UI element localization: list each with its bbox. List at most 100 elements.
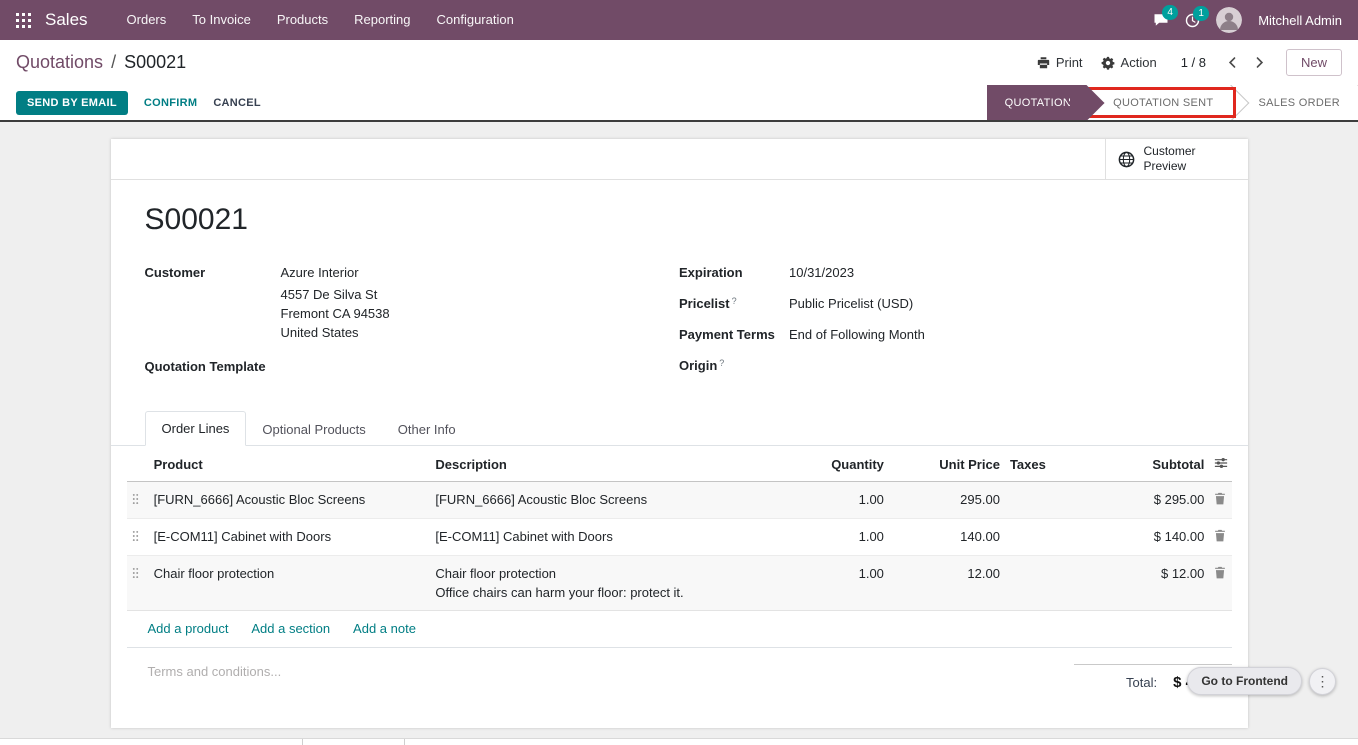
menu-configuration[interactable]: Configuration xyxy=(424,0,527,40)
customer-address-line-3: United States xyxy=(281,323,680,342)
cell-unit-price[interactable]: 12.00 xyxy=(889,556,1005,611)
gear-icon xyxy=(1101,56,1115,70)
quotation-template-field[interactable] xyxy=(281,359,680,376)
table-header-row: Product Description Quantity Unit Price … xyxy=(127,446,1232,482)
pager-next-button[interactable] xyxy=(1251,54,1268,71)
menu-reporting[interactable]: Reporting xyxy=(341,0,423,40)
new-button[interactable]: New xyxy=(1286,49,1342,76)
origin-field[interactable] xyxy=(789,358,1214,375)
cell-description[interactable]: [E-COM11] Cabinet with Doors xyxy=(430,519,778,556)
description-text: [FURN_6666] Acoustic Bloc Screens xyxy=(435,490,773,509)
delete-line-icon[interactable] xyxy=(1214,490,1226,505)
print-label: Print xyxy=(1056,55,1083,70)
terms-and-conditions-field[interactable]: Terms and conditions... xyxy=(148,664,282,679)
activities-clock-icon[interactable]: 1 xyxy=(1185,13,1200,28)
add-a-note-link[interactable]: Add a note xyxy=(353,621,416,636)
menu-to-invoice[interactable]: To Invoice xyxy=(179,0,264,40)
expiration-field-label: Expiration xyxy=(679,265,789,282)
cell-product[interactable]: [FURN_6666] Acoustic Bloc Screens xyxy=(149,482,431,519)
printer-icon xyxy=(1037,56,1050,69)
cell-unit-price[interactable]: 295.00 xyxy=(889,482,1005,519)
stage-sales-order-label: SALES ORDER xyxy=(1258,97,1340,109)
action-button[interactable]: Action xyxy=(1101,55,1157,70)
order-line-row-3: Chair floor protection Chair floor prote… xyxy=(127,556,1232,611)
cell-description[interactable]: [FURN_6666] Acoustic Bloc Screens xyxy=(430,482,778,519)
cell-description[interactable]: Chair floor protectionOffice chairs can … xyxy=(430,556,778,611)
expiration-field[interactable]: 10/31/2023 xyxy=(789,265,1214,282)
print-button[interactable]: Print xyxy=(1037,55,1083,70)
order-line-row-2: [E-COM11] Cabinet with Doors [E-COM11] C… xyxy=(127,519,1232,556)
pager-previous-button[interactable] xyxy=(1224,54,1241,71)
customer-name-field[interactable]: Azure Interior xyxy=(281,265,680,280)
stage-sales-order[interactable]: SALES ORDER xyxy=(1231,85,1358,120)
payment-terms-field[interactable]: End of Following Month xyxy=(789,327,1214,344)
pager-count: 1 / 8 xyxy=(1181,55,1206,70)
customer-preview-button[interactable]: Customer Preview xyxy=(1105,139,1248,179)
cell-taxes[interactable] xyxy=(1005,482,1099,519)
statusbar: SEND BY EMAIL CONFIRM CANCEL QUOTATION Q… xyxy=(0,85,1358,122)
column-taxes: Taxes xyxy=(1005,446,1099,482)
description-text: [E-COM11] Cabinet with Doors xyxy=(435,527,773,546)
stage-quotation[interactable]: QUOTATION xyxy=(987,85,1086,120)
cell-unit-price[interactable]: 140.00 xyxy=(889,519,1005,556)
screen: Sales Orders To Invoice Products Reporti… xyxy=(0,0,1358,745)
customer-address-line-1: 4557 De Silva St xyxy=(281,285,680,304)
cell-subtotal: $ 140.00 xyxy=(1099,519,1210,556)
order-lines-table: Product Description Quantity Unit Price … xyxy=(127,446,1232,610)
kebab-menu-button[interactable]: ⋮ xyxy=(1309,668,1336,695)
pager-nav xyxy=(1224,54,1268,71)
menu-products[interactable]: Products xyxy=(264,0,341,40)
menu-orders[interactable]: Orders xyxy=(114,0,180,40)
send-by-email-button[interactable]: SEND BY EMAIL xyxy=(16,91,128,115)
tab-order-lines-label: Order Lines xyxy=(162,421,230,436)
cell-quantity[interactable]: 1.00 xyxy=(778,482,889,519)
drag-handle-icon[interactable] xyxy=(132,527,139,542)
line-links: Add a product Add a section Add a note xyxy=(127,610,1232,648)
cell-taxes[interactable] xyxy=(1005,556,1099,611)
origin-field-label: Origin? xyxy=(679,358,789,375)
help-tooltip: ? xyxy=(719,358,724,368)
cell-product[interactable]: Chair floor protection xyxy=(149,556,431,611)
cell-subtotal: $ 295.00 xyxy=(1099,482,1210,519)
cancel-button[interactable]: CANCEL xyxy=(213,97,261,109)
user-name[interactable]: Mitchell Admin xyxy=(1258,13,1342,28)
app-name[interactable]: Sales xyxy=(45,10,88,30)
stage-quotation-sent[interactable]: QUOTATION SENT xyxy=(1086,85,1231,120)
total-label: Total: xyxy=(1126,675,1157,690)
messages-icon[interactable]: 4 xyxy=(1153,12,1169,28)
tab-order-lines[interactable]: Order Lines xyxy=(145,411,247,446)
breadcrumb-current: S00021 xyxy=(124,52,186,73)
card-header: Customer Preview xyxy=(111,139,1248,180)
notebook-tabs: Order Lines Optional Products Other Info xyxy=(111,411,1248,446)
go-to-frontend-button[interactable]: Go to Frontend xyxy=(1187,667,1302,695)
column-description: Description xyxy=(430,446,778,482)
drag-handle-icon[interactable] xyxy=(132,564,139,579)
drag-handle-icon[interactable] xyxy=(132,490,139,505)
tab-other-info[interactable]: Other Info xyxy=(382,413,472,446)
breadcrumb-quotations-link[interactable]: Quotations xyxy=(16,52,103,73)
globe-icon xyxy=(1118,151,1135,168)
cell-quantity[interactable]: 1.00 xyxy=(778,519,889,556)
cell-product[interactable]: [E-COM11] Cabinet with Doors xyxy=(149,519,431,556)
order-line-row-1: [FURN_6666] Acoustic Bloc Screens [FURN_… xyxy=(127,482,1232,519)
add-a-section-link[interactable]: Add a section xyxy=(251,621,330,636)
add-a-product-link[interactable]: Add a product xyxy=(148,621,229,636)
pricelist-field-label: Pricelist? xyxy=(679,296,789,313)
delete-line-icon[interactable] xyxy=(1214,564,1226,579)
frontend-float: Go to Frontend ⋮ xyxy=(1187,667,1336,695)
pricelist-field[interactable]: Public Pricelist (USD) xyxy=(789,296,1214,313)
delete-line-icon[interactable] xyxy=(1214,527,1226,542)
quotation-template-label: Quotation Template xyxy=(145,359,281,376)
apps-menu-icon[interactable] xyxy=(16,13,31,28)
user-avatar[interactable] xyxy=(1216,7,1242,33)
tab-optional-products[interactable]: Optional Products xyxy=(246,413,381,446)
control-panel: Quotations / S00021 Print Action 1 / 8 N… xyxy=(0,40,1358,85)
cell-subtotal: $ 12.00 xyxy=(1099,556,1210,611)
optional-columns-icon[interactable] xyxy=(1214,456,1228,470)
quotation-number-title: S00021 xyxy=(145,202,1214,238)
confirm-button[interactable]: CONFIRM xyxy=(144,97,197,109)
customer-field-label: Customer xyxy=(145,265,281,342)
cell-quantity[interactable]: 1.00 xyxy=(778,556,889,611)
cell-taxes[interactable] xyxy=(1005,519,1099,556)
control-panel-actions: Print Action 1 / 8 New xyxy=(1037,49,1342,76)
